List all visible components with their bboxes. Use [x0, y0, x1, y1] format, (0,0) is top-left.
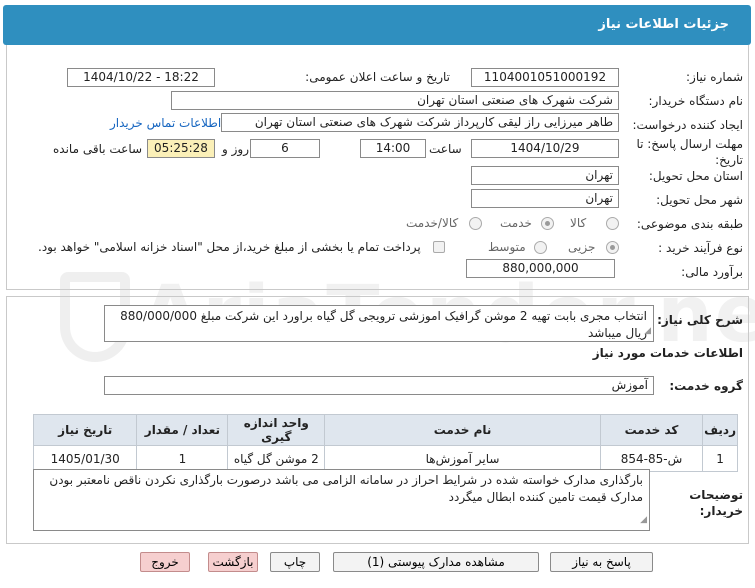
buyer-notes-box[interactable]: بارگذاری مدارک خواسته شده در شرایط احراز… — [33, 469, 650, 531]
days-label: روز و — [222, 142, 249, 156]
need-description-box[interactable]: انتخاب مجری بابت تهیه 2 موشن گرافیک اموز… — [104, 305, 654, 342]
service-group-label: گروه خدمت: — [669, 379, 743, 393]
table-row[interactable]: 1 ش-85-854 سایر آموزش‌ها 2 موشن گل گیاه … — [32, 445, 738, 472]
cell-service-code: ش-85-854 — [599, 445, 704, 472]
need-description-label: شرح کلی نیاز: — [657, 313, 743, 327]
treasury-payment-note: پرداخت تمام یا بخشی از مبلغ خرید،از محل … — [38, 240, 421, 254]
service-group-field[interactable]: آموزش — [104, 376, 654, 395]
cell-service-name: سایر آموزش‌ها — [324, 445, 601, 472]
cell-quantity: 1 — [136, 445, 229, 472]
estimate-field[interactable]: 880,000,000 — [466, 259, 615, 278]
time-remaining-label: ساعت باقی مانده — [53, 142, 143, 156]
category-goods-radio[interactable] — [606, 217, 619, 230]
table-header-row: ردیف کد خدمت نام خدمت واحد اندازه گیری ت… — [32, 414, 738, 446]
deadline-time-label: ساعت — [429, 142, 462, 156]
buyer-notes-label: توضیحات — [689, 488, 743, 502]
province-field[interactable]: تهران — [471, 166, 619, 185]
process-small-label: جزیی — [568, 240, 596, 254]
buyer-notes-label-2: خریدار: — [699, 504, 743, 518]
process-small-radio[interactable] — [606, 241, 619, 254]
requester-label: ایجاد کننده درخواست: — [632, 118, 743, 132]
city-label: شهر محل تحویل: — [656, 193, 743, 207]
page-header: جزئیات اطلاعات نیاز — [3, 5, 751, 45]
process-type-label: نوع فرآیند خرید : — [658, 241, 743, 255]
buyer-contact-link[interactable]: اطلاعات تماس خریدار — [110, 116, 221, 130]
category-service-label: خدمت — [500, 216, 532, 230]
buyer-org-field[interactable]: شرکت شهرک های صنعتی استان تهران — [171, 91, 619, 110]
col-quantity: تعداد / مقدار — [136, 414, 229, 446]
requester-field[interactable]: طاهر میرزایی راز لیقی کارپرداز شرکت شهرک… — [221, 113, 619, 132]
resize-grip-icon[interactable]: ◢ — [640, 512, 647, 529]
category-service-radio[interactable] — [541, 217, 554, 230]
col-service-name: نام خدمت — [324, 414, 601, 446]
city-field[interactable]: تهران — [471, 189, 619, 208]
need-number-field[interactable]: 1104001051000192 — [471, 68, 619, 87]
cell-unit: 2 موشن گل گیاه — [227, 445, 326, 472]
page-title: جزئیات اطلاعات نیاز — [598, 17, 729, 32]
col-need-date: تاریخ نیاز — [32, 414, 138, 446]
deadline-label-date: تاریخ: — [715, 153, 743, 167]
reply-button[interactable]: پاسخ به نیاز — [550, 552, 653, 572]
process-medium-label: متوسط — [488, 240, 526, 254]
need-description-text: انتخاب مجری بابت تهیه 2 موشن گرافیک اموز… — [120, 309, 647, 340]
col-service-code: کد خدمت — [599, 414, 704, 446]
province-label: استان محل تحویل: — [648, 169, 743, 183]
category-goods-service-radio[interactable] — [469, 217, 482, 230]
cell-need-date: 1405/01/30 — [32, 445, 138, 472]
treasury-payment-checkbox[interactable] — [433, 241, 445, 253]
days-remaining-field[interactable]: 6 — [250, 139, 320, 158]
need-number-label: شماره نیاز: — [686, 70, 743, 84]
col-unit: واحد اندازه گیری — [227, 414, 326, 446]
services-table: ردیف کد خدمت نام خدمت واحد اندازه گیری ت… — [32, 414, 738, 472]
category-goods-service-label: کالا/خدمت — [406, 216, 459, 230]
buyer-notes-text: بارگذاری مدارک خواسته شده در شرایط احراز… — [49, 473, 643, 504]
deadline-time-field[interactable]: 14:00 — [360, 139, 426, 158]
resize-grip-icon[interactable]: ◢ — [644, 323, 651, 340]
category-goods-label: کالا — [570, 216, 587, 230]
deadline-date-field[interactable]: 1404/10/29 — [471, 139, 619, 158]
col-row: ردیف — [702, 414, 738, 446]
back-button[interactable]: بازگشت — [208, 552, 258, 572]
announce-datetime-field[interactable]: 1404/10/22 - 18:22 — [67, 68, 215, 87]
announce-datetime-label: تاریخ و ساعت اعلان عمومی: — [305, 70, 450, 84]
buyer-org-label: نام دستگاه خریدار: — [648, 94, 744, 108]
category-label: طبقه بندی موضوعی: — [636, 217, 743, 231]
estimate-label: برآورد مالی: — [681, 265, 743, 279]
print-button[interactable]: چاپ — [270, 552, 320, 572]
time-remaining-field: 05:25:28 — [147, 139, 215, 158]
view-attachments-button[interactable]: مشاهده مدارک پیوستی (1) — [333, 552, 539, 572]
process-medium-radio[interactable] — [534, 241, 547, 254]
deadline-label: مهلت ارسال پاسخ: تا — [636, 137, 743, 151]
exit-button[interactable]: خروج — [140, 552, 190, 572]
cell-row: 1 — [702, 445, 738, 472]
services-section-title: اطلاعات خدمات مورد نیاز — [592, 346, 743, 360]
